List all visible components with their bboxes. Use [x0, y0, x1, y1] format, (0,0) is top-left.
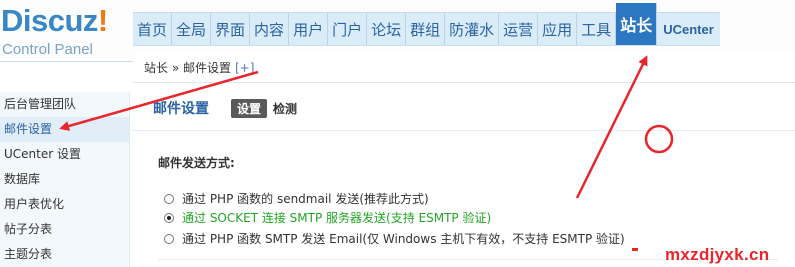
- mail-option-label: 通过 SOCKET 连接 SMTP 服务器发送(支持 ESMTP 验证): [182, 211, 492, 225]
- logo-brand-bang: !: [97, 3, 108, 38]
- breadcrumb-bar: 站长 » 邮件设置 [+]: [133, 53, 795, 83]
- nav-item-tools[interactable]: 工具: [577, 13, 617, 45]
- annotation-dash: [632, 248, 638, 251]
- sidebar-item-database[interactable]: 数据库: [0, 167, 129, 192]
- watermark: mxzdjyxk.cn: [665, 245, 770, 264]
- sidebar-item-admin-team[interactable]: 后台管理团队: [0, 92, 129, 117]
- tab-test[interactable]: 检测: [273, 100, 297, 117]
- section-label: 邮件发送方式:: [158, 156, 235, 170]
- sidebar-item-thread-split[interactable]: 主题分表: [0, 242, 129, 267]
- mail-option-label: 通过 PHP 函数的 sendmail 发送(推荐此方式): [182, 192, 429, 206]
- sidebar: 后台管理团队 邮件设置 UCenter 设置 数据库 用户表优化 帖子分表 主题…: [0, 92, 130, 267]
- top-nav: 首页 全局 界面 内容 用户 门户 论坛 群组 防灌水 运营 应用 工具 站长 …: [133, 3, 720, 46]
- tab-settings[interactable]: 设置: [231, 98, 268, 118]
- nav-item-groups[interactable]: 群组: [406, 13, 446, 45]
- sidebar-item-ucenter-settings[interactable]: UCenter 设置: [0, 142, 129, 167]
- nav-item-ucenter[interactable]: UCenter: [657, 13, 720, 45]
- main-panel: 邮件设置 设置 检测 邮件发送方式: 通过 PHP 函数的 sendmail 发…: [133, 84, 795, 267]
- mail-option-socket-smtp[interactable]: 通过 SOCKET 连接 SMTP 服务器发送(支持 ESMTP 验证): [164, 209, 491, 226]
- nav-item-forum[interactable]: 论坛: [367, 13, 407, 45]
- nav-item-interface[interactable]: 界面: [211, 13, 251, 45]
- breadcrumb-text[interactable]: 站长 » 邮件设置: [144, 61, 231, 75]
- nav-item-portal[interactable]: 门户: [328, 13, 368, 45]
- nav-item-content[interactable]: 内容: [250, 13, 290, 45]
- logo-subtitle: Control Panel: [2, 41, 93, 58]
- logo-brand: Discuz!: [1, 5, 108, 37]
- page-title: 邮件设置: [153, 101, 209, 117]
- nav-item-home[interactable]: 首页: [133, 13, 173, 45]
- mail-option-sendmail[interactable]: 通过 PHP 函数的 sendmail 发送(推荐此方式): [164, 190, 429, 207]
- breadcrumb: 站长 » 邮件设置 [+]: [144, 59, 254, 76]
- mail-option-label: 通过 PHP 函数 SMTP 发送 Email(仅 Windows 主机下有效，…: [182, 232, 625, 246]
- logo[interactable]: Discuz! Control Panel: [0, 3, 130, 61]
- radio-sendmail[interactable]: [164, 193, 174, 204]
- title-row: 邮件设置 设置 检测: [153, 98, 297, 118]
- nav-item-users[interactable]: 用户: [289, 13, 329, 45]
- radio-socket-smtp[interactable]: [164, 212, 174, 223]
- logo-brand-text: Discuz: [1, 3, 98, 38]
- nav-item-webmaster[interactable]: 站长: [616, 3, 658, 45]
- mail-option-php-smtp[interactable]: 通过 PHP 函数 SMTP 发送 Email(仅 Windows 主机下有效，…: [164, 230, 625, 247]
- radio-php-smtp[interactable]: [164, 233, 174, 244]
- sidebar-item-mail-settings[interactable]: 邮件设置: [0, 117, 129, 142]
- nav-item-operations[interactable]: 运营: [499, 13, 539, 45]
- divider: [133, 130, 795, 131]
- nav-item-antispam[interactable]: 防灌水: [445, 13, 500, 45]
- nav-item-apps[interactable]: 应用: [538, 13, 578, 45]
- breadcrumb-add-link[interactable]: [+]: [235, 61, 254, 75]
- nav-item-global[interactable]: 全局: [172, 13, 212, 45]
- sidebar-item-post-split[interactable]: 帖子分表: [0, 217, 129, 242]
- sidebar-item-user-table-optimize[interactable]: 用户表优化: [0, 192, 129, 217]
